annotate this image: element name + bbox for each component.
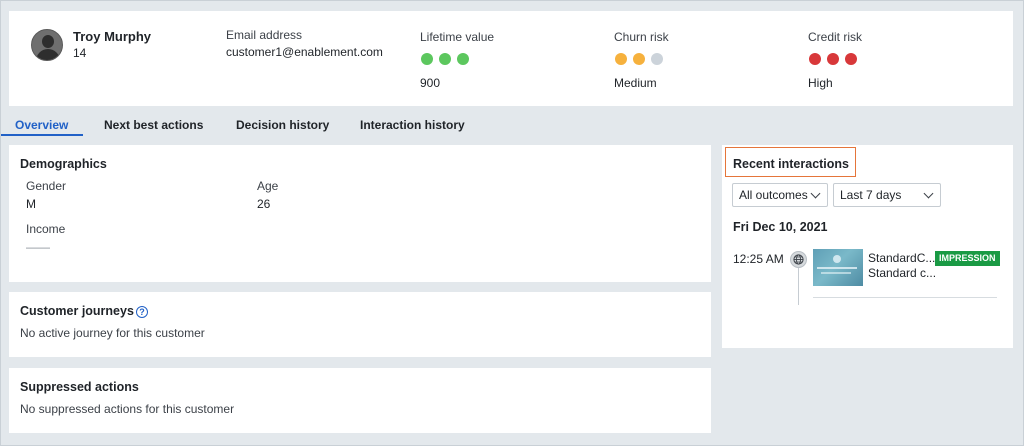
email-label: Email address <box>226 28 303 42</box>
tab-bar: Overview Next best actions Decision hist… <box>1 111 1024 137</box>
credit-dot <box>809 53 821 65</box>
credit-dot <box>845 53 857 65</box>
suppressed-actions-empty: No suppressed actions for this customer <box>20 402 235 416</box>
interaction-time: 12:25 AM <box>733 252 784 266</box>
outcomes-dropdown-value: All outcomes <box>739 188 808 202</box>
interaction-thumbnail[interactable] <box>813 249 863 286</box>
app-frame: Troy Murphy 14 Email address customer1@e… <box>0 0 1024 446</box>
customer-journeys-title: Customer journeys <box>20 304 134 318</box>
email-value: customer1@enablement.com <box>226 45 383 59</box>
credit-risk-dots <box>809 53 857 65</box>
churn-dot <box>633 53 645 65</box>
chevron-down-icon <box>923 188 934 199</box>
lifetime-dot <box>457 53 469 65</box>
row-divider <box>813 297 997 298</box>
customer-id: 14 <box>73 46 87 60</box>
interaction-item-title[interactable]: StandardC... <box>868 251 935 265</box>
churn-risk-value: Medium <box>614 76 657 90</box>
credit-risk-value: High <box>808 76 833 90</box>
credit-dot <box>827 53 839 65</box>
customer-journeys-card: Customer journeys ? No active journey fo… <box>9 292 711 357</box>
lifetime-value-dots <box>421 53 469 65</box>
customer-name: Troy Murphy <box>73 29 152 44</box>
customer-header: Troy Murphy 14 Email address customer1@e… <box>9 11 1013 106</box>
period-dropdown-value: Last 7 days <box>840 188 902 202</box>
income-label: Income <box>26 222 66 236</box>
period-dropdown[interactable]: Last 7 days <box>833 183 941 207</box>
lifetime-value: 900 <box>420 76 441 90</box>
credit-risk-label: Credit risk <box>808 30 863 44</box>
globe-icon <box>790 251 807 268</box>
lifetime-value-label: Lifetime value <box>420 30 495 44</box>
active-tab-indicator <box>1 134 83 136</box>
lifetime-dot <box>439 53 451 65</box>
suppressed-actions-title: Suppressed actions <box>20 380 139 394</box>
interaction-item-subtitle: Standard c... <box>868 266 937 280</box>
churn-risk-dots <box>615 53 663 65</box>
suppressed-actions-card: Suppressed actions No suppressed actions… <box>9 368 711 433</box>
help-icon[interactable]: ? <box>136 306 148 318</box>
interaction-date: Fri Dec 10, 2021 <box>733 220 828 234</box>
demographics-title: Demographics <box>20 157 107 171</box>
age-label: Age <box>257 179 279 193</box>
churn-dot <box>651 53 663 65</box>
tab-decision-history[interactable]: Decision history <box>236 118 329 132</box>
recent-interactions-card: Recent interactions All outcomes Last 7 … <box>722 145 1013 348</box>
impression-badge: IMPRESSION <box>935 251 1000 266</box>
income-value: —— <box>26 240 50 254</box>
tab-overview[interactable]: Overview <box>15 118 68 132</box>
recent-interactions-title: Recent interactions <box>733 157 850 171</box>
demographics-card: Demographics Gender M Age 26 Income —— <box>9 145 711 282</box>
avatar <box>31 29 63 61</box>
age-value: 26 <box>257 197 271 211</box>
customer-journeys-empty: No active journey for this customer <box>20 326 205 340</box>
tab-interaction-history[interactable]: Interaction history <box>360 118 465 132</box>
gender-label: Gender <box>26 179 67 193</box>
outcomes-dropdown[interactable]: All outcomes <box>732 183 828 207</box>
churn-dot <box>615 53 627 65</box>
gender-value: M <box>26 197 36 211</box>
chevron-down-icon <box>810 188 821 199</box>
tab-next-best-actions[interactable]: Next best actions <box>104 118 203 132</box>
lifetime-dot <box>421 53 433 65</box>
churn-risk-label: Churn risk <box>614 30 669 44</box>
